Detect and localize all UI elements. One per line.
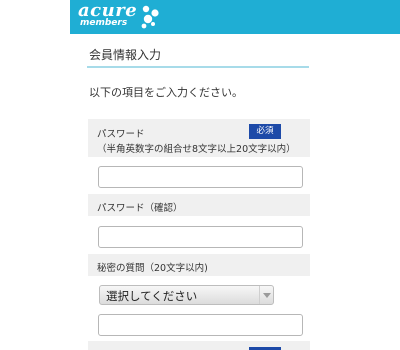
chevron-down-icon <box>263 293 271 298</box>
title-underline <box>87 66 309 68</box>
password-confirm-label: パスワード（確認） <box>97 203 183 214</box>
password-label: パスワード <box>97 129 145 140</box>
secret-question-selected-value: 選択してください <box>106 289 198 303</box>
intro-text: 以下の項目をご入力ください。 <box>89 86 243 99</box>
logo-dots-icon <box>141 5 159 29</box>
secret-question-label: 秘密の質問（20文字以内) <box>97 263 208 274</box>
secret-question-select[interactable]: 選択してください <box>99 285 274 305</box>
logo-text-members: members <box>80 18 128 28</box>
password-confirm-input[interactable] <box>98 226 303 248</box>
required-badge: 必須 <box>249 124 281 139</box>
password-rule-note: （半角英数字の組合せ8文字以上20文字以内） <box>97 144 296 155</box>
password-input[interactable] <box>98 166 303 188</box>
select-arrow <box>259 286 273 304</box>
acure-members-logo[interactable]: acure members <box>78 2 168 32</box>
page-title: 会員情報入力 <box>89 48 162 62</box>
secret-answer-input[interactable] <box>98 314 303 336</box>
